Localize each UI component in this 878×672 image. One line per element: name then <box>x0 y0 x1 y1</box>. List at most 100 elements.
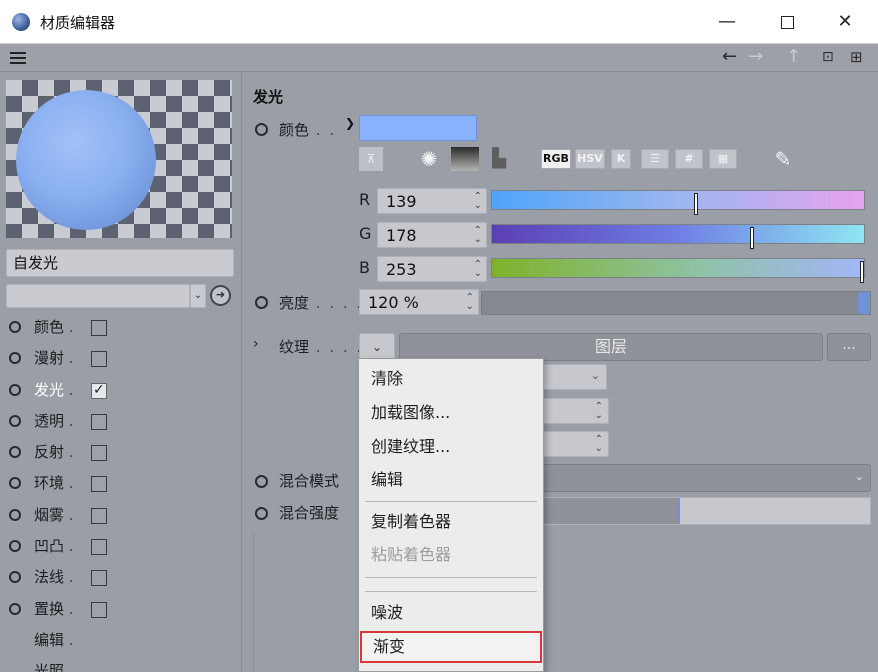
channel-label: 凹凸 <box>34 535 74 556</box>
color-wheel-icon[interactable]: ✺ <box>417 147 441 171</box>
menu-item-gradient[interactable]: 渐变 <box>360 631 542 663</box>
sampling-dropdown[interactable]: ⌄ <box>533 364 607 390</box>
kelvin-mode-button[interactable]: K <box>611 149 631 169</box>
channel-reflectance[interactable]: 反射 <box>0 437 242 468</box>
blur-offset-field[interactable]: ›⌃⌄ <box>533 398 609 424</box>
back-arrow-icon[interactable]: ← <box>722 46 737 67</box>
radio-icon[interactable] <box>9 383 21 396</box>
green-value-field[interactable]: 178 ⌃ ⌄ <box>377 222 487 248</box>
radio-icon[interactable] <box>9 446 21 459</box>
hamburger-menu-icon[interactable] <box>10 52 26 64</box>
channel-checkbox[interactable] <box>91 570 107 587</box>
maximize-button[interactable] <box>764 6 810 38</box>
channel-checkbox[interactable] <box>91 351 107 368</box>
channel-color[interactable]: 颜色 <box>0 312 242 343</box>
mix-strength-radio-icon[interactable] <box>255 507 268 520</box>
spinner-icon[interactable]: ⌃ ⌄ <box>474 192 482 211</box>
spinner-icon[interactable]: ⌃ ⌄ <box>474 260 482 279</box>
brightness-radio-icon[interactable] <box>255 296 268 309</box>
more-button[interactable]: ... <box>827 333 871 361</box>
texture-layer-button[interactable]: 图层 <box>399 333 823 361</box>
radio-icon[interactable] <box>9 414 21 427</box>
image-icon[interactable]: ▙ <box>485 147 513 171</box>
color-wheel-toggle-icon[interactable]: ⊼ <box>359 147 383 171</box>
slider-thumb[interactable] <box>694 193 698 215</box>
menu-item-copy-shader[interactable]: 复制着色器 <box>359 506 543 538</box>
menu-item-noise[interactable]: 噪波 <box>359 597 543 629</box>
swatches-grid-icon[interactable]: ▦ <box>709 149 737 169</box>
channel-checkbox[interactable] <box>91 413 107 430</box>
forward-arrow-icon[interactable]: → <box>748 46 763 67</box>
radio-icon[interactable] <box>9 477 21 490</box>
slider-thumb[interactable] <box>750 227 754 249</box>
new-window-icon[interactable]: ⊞ <box>850 48 863 66</box>
lock-icon[interactable]: ⊡ <box>822 49 834 65</box>
color-swatch[interactable] <box>359 115 477 141</box>
minimize-button[interactable]: — <box>704 6 750 38</box>
mix-strength-slider[interactable] <box>533 497 871 525</box>
menu-separator <box>365 577 537 578</box>
green-row: G 178 ⌃ ⌄ <box>359 220 869 250</box>
channel-checkbox[interactable] <box>91 601 107 618</box>
red-slider[interactable] <box>491 190 865 215</box>
channel-illumination[interactable]: 光照 <box>0 656 242 672</box>
channel-normal[interactable]: 法线 <box>0 562 242 593</box>
rgb-mode-button[interactable]: RGB <box>541 149 571 169</box>
texture-dropdown-button[interactable]: ⌄ <box>359 333 395 361</box>
channel-checkbox[interactable] <box>91 539 107 556</box>
hsv-mode-button[interactable]: HSV <box>575 149 605 169</box>
mixer-icon[interactable]: ☰ <box>641 149 669 169</box>
radio-icon[interactable] <box>9 602 21 615</box>
material-preview[interactable] <box>6 80 232 238</box>
blur-scale-field[interactable]: ›⌃⌄ <box>533 431 609 457</box>
brightness-slider[interactable] <box>481 291 871 315</box>
channel-bump[interactable]: 凹凸 <box>0 531 242 562</box>
radio-icon[interactable] <box>9 352 21 365</box>
material-name-field[interactable]: 自发光 <box>6 249 234 277</box>
channel-checkbox[interactable] <box>91 320 107 336</box>
mix-mode-radio-icon[interactable] <box>255 475 268 488</box>
radio-icon[interactable] <box>9 571 21 584</box>
green-slider[interactable] <box>491 224 865 249</box>
chevron-down-icon[interactable]: ⌄ <box>190 284 206 308</box>
mix-mode-label: 混合模式 <box>279 472 340 490</box>
channel-diffusion[interactable]: 漫射 <box>0 343 242 374</box>
channel-displacement[interactable]: 置换 <box>0 594 242 625</box>
spectrum-icon[interactable] <box>451 147 479 171</box>
hex-icon[interactable]: # <box>675 149 703 169</box>
close-button[interactable]: ✕ <box>822 6 868 38</box>
mix-mode-dropdown[interactable]: ⌄ <box>533 464 871 492</box>
eyedropper-icon[interactable]: ✎ <box>769 147 797 171</box>
blue-slider[interactable] <box>491 258 865 283</box>
target-icon[interactable]: ➜ <box>210 285 231 306</box>
chevron-down-icon[interactable]: ❯ <box>345 116 355 130</box>
channel-environment[interactable]: 环境 <box>0 468 242 499</box>
menu-item-clear[interactable]: 清除 <box>359 363 543 395</box>
expand-arrow-icon[interactable]: › <box>253 336 259 352</box>
spinner-icon[interactable]: ⌃ ⌄ <box>474 226 482 245</box>
spinner-icon[interactable]: ⌃ ⌄ <box>466 293 474 312</box>
preview-mode-select[interactable] <box>6 284 190 308</box>
channel-editor[interactable]: 编辑 <box>0 625 242 656</box>
channel-luminance[interactable]: 发光 <box>0 375 242 406</box>
radio-icon[interactable] <box>9 540 21 553</box>
slider-thumb[interactable] <box>860 261 864 283</box>
channel-checkbox-checked[interactable] <box>91 382 107 399</box>
menu-item-edit[interactable]: 编辑 <box>359 464 543 496</box>
radio-icon[interactable] <box>9 321 21 333</box>
channel-fog[interactable]: 烟雾 <box>0 500 242 531</box>
menu-item-load-image[interactable]: 加载图像... <box>359 397 543 429</box>
color-radio-icon[interactable] <box>255 123 268 136</box>
brightness-value: 120 % <box>368 293 419 312</box>
channel-checkbox[interactable] <box>91 476 107 493</box>
menu-item-create-texture[interactable]: 创建纹理... <box>359 431 543 463</box>
radio-icon[interactable] <box>9 508 21 521</box>
channel-transparency[interactable]: 透明 <box>0 406 242 437</box>
red-value-field[interactable]: 139 ⌃ ⌄ <box>377 188 487 214</box>
up-arrow-icon[interactable]: ↑ <box>786 46 801 67</box>
channel-checkbox[interactable] <box>91 507 107 524</box>
blue-value-field[interactable]: 253 ⌃ ⌄ <box>377 256 487 282</box>
green-value: 178 <box>386 226 417 245</box>
brightness-field[interactable]: 120 % ⌃ ⌄ <box>359 289 479 315</box>
channel-checkbox[interactable] <box>91 445 107 462</box>
